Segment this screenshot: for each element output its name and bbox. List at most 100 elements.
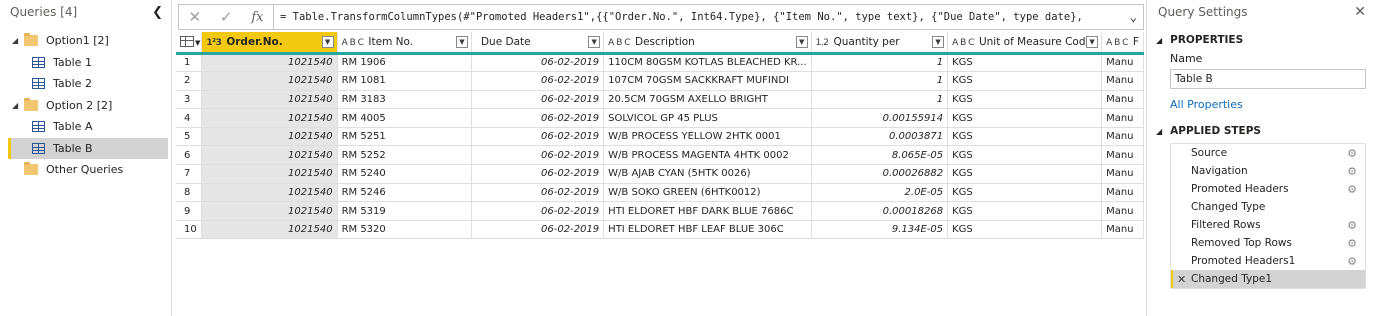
column-header-2[interactable]: Due Date ▼ <box>471 32 605 55</box>
gear-icon[interactable]: ⚙ <box>1347 183 1357 196</box>
table-cell[interactable]: 06-02-2019 <box>471 90 605 110</box>
table-cell[interactable]: RM 3183 <box>337 90 472 110</box>
table-cell[interactable]: 06-02-2019 <box>471 53 605 73</box>
row-number[interactable]: 3 <box>176 90 203 110</box>
fx-icon[interactable]: fx <box>251 10 263 25</box>
properties-section-title[interactable]: ◢ PROPERTIES <box>1156 34 1380 46</box>
table-cell[interactable]: 1 <box>811 71 949 91</box>
expand-triangle-icon[interactable]: ◢ <box>12 101 22 110</box>
table-cell[interactable]: W/B SOKO GREEN (6HTK0012) <box>603 183 812 203</box>
table-cell[interactable]: 1021540 <box>201 108 338 128</box>
table-cell[interactable]: RM 5246 <box>337 183 472 203</box>
applied-step[interactable]: Changed Type <box>1171 198 1365 216</box>
gear-icon[interactable]: ⚙ <box>1347 147 1357 160</box>
table-cell[interactable]: 06-02-2019 <box>471 145 605 166</box>
table-cell[interactable]: Manu <box>1101 164 1144 184</box>
table-cell[interactable]: Manu <box>1101 71 1144 91</box>
column-type-icon[interactable]: A B C <box>342 38 364 48</box>
table-cell[interactable]: RM 5252 <box>337 145 472 166</box>
table-cell[interactable]: W/B PROCESS MAGENTA 4HTK 0002 <box>603 145 812 166</box>
table-cell[interactable]: Manu <box>1101 53 1144 73</box>
column-header-3[interactable]: A B C Description ▼ <box>603 32 812 55</box>
table-cell[interactable]: 0.00155914 <box>811 108 949 128</box>
table-cell[interactable]: Manu <box>1101 108 1144 128</box>
row-number[interactable]: 8 <box>176 183 203 203</box>
row-number[interactable]: 9 <box>176 201 203 221</box>
column-header-4[interactable]: 1.2 Quantity per ▼ <box>811 32 949 55</box>
column-header-1[interactable]: A B C Item No. ▼ <box>337 32 472 55</box>
row-number[interactable]: 1 <box>176 53 203 73</box>
row-number[interactable]: 7 <box>176 164 203 184</box>
table-cell[interactable]: KGS <box>947 183 1103 203</box>
column-filter-dropdown-icon[interactable]: ▼ <box>588 36 601 48</box>
applied-step[interactable]: Promoted Headers ⚙ <box>1171 180 1365 198</box>
table-cell[interactable]: KGS <box>947 220 1103 240</box>
formula-input[interactable]: = Table.TransformColumnTypes(#"Promoted … <box>274 4 1144 30</box>
applied-steps-section-title[interactable]: ◢ APPLIED STEPS <box>1156 125 1380 137</box>
table-cell[interactable]: W/B PROCESS YELLOW 2HTK 0001 <box>603 127 812 147</box>
gear-icon[interactable]: ⚙ <box>1347 219 1357 232</box>
cancel-icon[interactable]: ✕ <box>188 8 201 26</box>
row-number[interactable]: 5 <box>176 127 203 147</box>
table-cell[interactable]: KGS <box>947 201 1103 221</box>
query-item-table-1[interactable]: Table 1 <box>0 52 171 74</box>
applied-step[interactable]: Promoted Headers1 ⚙ <box>1171 252 1365 270</box>
table-cell[interactable]: 1021540 <box>201 53 338 73</box>
table-cell[interactable]: 06-02-2019 <box>471 183 605 203</box>
table-cell[interactable]: 110CM 80GSM KOTLAS BLEACHED KR... <box>603 53 812 73</box>
column-header-6[interactable]: A B CF <box>1101 32 1144 55</box>
table-cell[interactable]: 1021540 <box>201 183 338 203</box>
applied-step[interactable]: Removed Top Rows ⚙ <box>1171 234 1365 252</box>
table-cell[interactable]: KGS <box>947 108 1103 128</box>
table-cell[interactable]: 06-02-2019 <box>471 71 605 91</box>
all-properties-link[interactable]: All Properties <box>1170 98 1380 111</box>
query-group-other[interactable]: Other Queries <box>0 159 171 181</box>
applied-step[interactable]: ✕ Changed Type1 <box>1171 270 1365 288</box>
collapse-pane-button[interactable]: ❮ <box>152 5 163 20</box>
table-cell[interactable]: Manu <box>1101 201 1144 221</box>
column-type-icon[interactable]: 1²3 <box>206 38 221 48</box>
table-cell[interactable]: RM 1081 <box>337 71 472 91</box>
table-cell[interactable]: 1021540 <box>201 201 338 221</box>
query-name-input[interactable]: Table B <box>1170 69 1366 89</box>
table-cell[interactable]: 06-02-2019 <box>471 108 605 128</box>
row-number[interactable]: 10 <box>176 220 203 240</box>
column-filter-dropdown-icon[interactable]: ▼ <box>455 36 468 48</box>
query-group-option2[interactable]: ◢ Option 2 [2] <box>0 95 171 117</box>
table-cell[interactable]: RM 5240 <box>337 164 472 184</box>
table-cell[interactable]: 2.0E-05 <box>811 183 949 203</box>
table-cell[interactable]: Manu <box>1101 90 1144 110</box>
table-cell[interactable]: SOLVICOL GP 45 PLUS <box>603 108 812 128</box>
column-filter-dropdown-icon[interactable]: ▼ <box>795 36 808 48</box>
table-cell[interactable]: 1 <box>811 53 949 73</box>
table-cell[interactable]: 9.134E-05 <box>811 220 949 240</box>
table-cell[interactable]: 06-02-2019 <box>471 164 605 184</box>
table-cell[interactable]: 1021540 <box>201 145 338 166</box>
table-cell[interactable]: HTI ELDORET HBF LEAF BLUE 306C <box>603 220 812 240</box>
table-cell[interactable]: 0.00018268 <box>811 201 949 221</box>
close-icon[interactable]: ✕ <box>1354 4 1366 20</box>
query-group-option1[interactable]: ◢ Option1 [2] <box>0 30 171 52</box>
table-cell[interactable]: 8.065E-05 <box>811 145 949 166</box>
applied-step[interactable]: Navigation ⚙ <box>1171 162 1365 180</box>
table-cell[interactable]: 1021540 <box>201 127 338 147</box>
table-cell[interactable]: KGS <box>947 164 1103 184</box>
table-cell[interactable]: 06-02-2019 <box>471 127 605 147</box>
column-header-5[interactable]: A B C Unit of Measure Code ▼ <box>947 32 1103 55</box>
table-cell[interactable]: W/B AJAB CYAN (5HTK 0026) <box>603 164 812 184</box>
column-type-icon[interactable]: A B C <box>608 38 630 48</box>
chevron-down-icon[interactable]: ⌄ <box>1130 10 1137 24</box>
row-number[interactable]: 4 <box>176 108 203 128</box>
table-cell[interactable]: Manu <box>1101 183 1144 203</box>
table-cell[interactable]: 06-02-2019 <box>471 220 605 240</box>
expand-triangle-icon[interactable]: ◢ <box>12 36 22 45</box>
gear-icon[interactable]: ⚙ <box>1347 255 1357 268</box>
table-cell[interactable]: 1021540 <box>201 71 338 91</box>
delete-step-icon[interactable]: ✕ <box>1177 273 1186 286</box>
query-item-table-b[interactable]: Table B <box>8 137 168 159</box>
table-cell[interactable]: KGS <box>947 90 1103 110</box>
column-filter-dropdown-icon[interactable]: ▼ <box>321 36 334 48</box>
column-header-0[interactable]: 1²3 Order.No. ▼ <box>201 32 338 55</box>
table-cell[interactable]: RM 1906 <box>337 53 472 73</box>
column-filter-dropdown-icon[interactable]: ▼ <box>932 36 945 48</box>
